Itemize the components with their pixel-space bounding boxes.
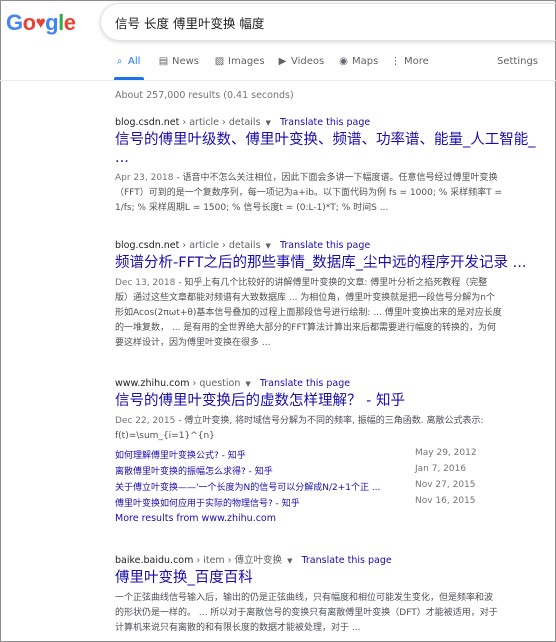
snippet-line: - 语音中不怎么关注相位，因此下面会多讲一下幅度谱。任意信号经过傅里叶变换 bbox=[173, 173, 498, 183]
logo-letter: g bbox=[45, 10, 59, 35]
result-date: Dec 13, 2018 bbox=[115, 278, 176, 288]
tab-label: Videos bbox=[291, 56, 325, 67]
snippet-line: - 知乎上有几个比较好的讲解傅里叶变换的文章: 傅里叶分析之掐死教程（完整 bbox=[175, 278, 488, 288]
sublink-row: 关于傅立叶变换——'一个长度为N的信号可以分解成N/2+1个正 ... Nov 2… bbox=[115, 480, 545, 496]
search-result: blog.csdn.net › article › details ▼ Tran… bbox=[115, 117, 545, 216]
result-cite: blog.csdn.net › article › details ▼ Tran… bbox=[115, 240, 545, 251]
result-domain: blog.csdn.net bbox=[115, 240, 180, 251]
search-tabs: ⌕ All ▤ News ▨ Images ▶ Videos ◉ Maps ⋮ More S… bbox=[0, 50, 556, 81]
snippet-line: （FFT）可到的是一个复数序列，每一项记为a+ib。以下面代码为例 fs = 1… bbox=[115, 188, 503, 198]
snippet-line: - 傅立叶变换, 将时域信号分解为不同的频率, 振幅的三角函数. 离散公式表示: bbox=[175, 416, 484, 426]
sublink-row: 离散傅里叶变换的振幅怎么求得? - 知乎 Jan 7, 2016 bbox=[115, 464, 545, 480]
sublink[interactable]: 如何理解傅里叶变换公式? - 知乎 bbox=[115, 448, 246, 461]
chevron-down-icon[interactable]: ▼ bbox=[266, 119, 271, 127]
active-tab-indicator bbox=[114, 77, 144, 80]
translate-link[interactable]: Translate this page bbox=[280, 240, 370, 251]
result-domain: blog.csdn.net bbox=[115, 117, 180, 128]
result-snippet: Apr 23, 2018 - 语音中不怎么关注相位，因此下面会多讲一下幅度谱。任… bbox=[115, 171, 545, 216]
result-domain: www.zhihu.com bbox=[115, 378, 190, 389]
map-pin-icon: ◉ bbox=[339, 56, 348, 67]
result-domain: baike.baidu.com bbox=[115, 555, 194, 566]
tab-images[interactable]: ▨ Images bbox=[214, 56, 265, 67]
result-path: › question bbox=[192, 378, 241, 389]
snippet-line: 计算机来说只有离散的和有限长度的数据才能被处理，对于 ... bbox=[115, 623, 361, 633]
result-path: › article › details bbox=[182, 240, 261, 251]
logo-letter: e bbox=[63, 10, 76, 35]
tab-news[interactable]: ▤ News bbox=[158, 56, 199, 67]
search-box[interactable]: 信号 长度 傅里叶变换 幅度 bbox=[100, 3, 556, 41]
result-title[interactable]: 信号的傅里叶变换后的虚数怎样理解？ - 知乎 bbox=[115, 392, 545, 410]
result-date: Apr 23, 2018 bbox=[115, 173, 174, 183]
google-logo[interactable]: Go♥gle bbox=[6, 10, 76, 36]
translate-link[interactable]: Translate this page bbox=[301, 555, 391, 566]
result-path: › item › 傅立叶变换 bbox=[196, 555, 283, 566]
snippet-line: 1/fs; % 采样周期L = 1500; % 信号长度t = (0:L-1)*… bbox=[115, 203, 389, 213]
result-path: › article › details bbox=[182, 117, 261, 128]
sublink-row: 傅里叶变换如何应用于实际的物理信号? - 知乎 Nov 16, 2015 bbox=[115, 496, 545, 512]
snippet-line: 版）通过这些文章都能对频谱有大致数据库 ... 为相位角，傅里叶变换就是把一段信… bbox=[115, 293, 496, 303]
tab-maps[interactable]: ◉ Maps bbox=[338, 56, 378, 67]
tab-all[interactable]: ⌕ All bbox=[114, 56, 141, 67]
sublink[interactable]: 离散傅里叶变换的振幅怎么求得? - 知乎 bbox=[115, 464, 273, 477]
result-snippet: 一个正弦曲线信号输入后，输出的仍是正弦曲线，只有幅度和相位可能发生变化，但是频率… bbox=[115, 591, 545, 636]
video-icon: ▶ bbox=[278, 56, 287, 67]
result-title[interactable]: 信号的傅里叶级数、傅里叶变换、频谱、功率谱、能量_人工智能_ ... bbox=[115, 131, 545, 167]
more-dots-icon: ⋮ bbox=[390, 56, 401, 67]
result-title[interactable]: 频谱分析-FFT之后的那些事情_数据库_尘中远的程序开发记录 ... bbox=[115, 254, 545, 272]
snippet-line: f(t)=\sum_{i=1}^{n} bbox=[115, 431, 215, 441]
snippet-line: 一个正弦曲线信号输入后，输出的仍是正弦曲线，只有幅度和相位可能发生变化，但是频率… bbox=[115, 593, 494, 603]
heart-icon: ♥ bbox=[35, 13, 46, 32]
news-icon: ▤ bbox=[158, 56, 169, 67]
result-cite: baike.baidu.com › item › 傅立叶变换 ▼ Transla… bbox=[115, 552, 545, 566]
result-stats: About 257,000 results (0.41 seconds) bbox=[115, 90, 294, 101]
image-icon: ▨ bbox=[214, 56, 225, 67]
snippet-line: 的一堆复数， ... 是有用的全世界绝大部分的FFT算法计算出来后都需要进行幅度… bbox=[115, 323, 496, 333]
more-results-link[interactable]: More results from www.zhihu.com bbox=[115, 513, 545, 524]
translate-link[interactable]: Translate this page bbox=[260, 378, 350, 389]
tab-more[interactable]: ⋮ More bbox=[390, 56, 429, 67]
settings-link[interactable]: Settings bbox=[497, 56, 538, 67]
translate-link[interactable]: Translate this page bbox=[280, 117, 370, 128]
sublink-date: Nov 27, 2015 bbox=[415, 480, 476, 490]
search-result: baike.baidu.com › item › 傅立叶变换 ▼ Transla… bbox=[115, 552, 545, 636]
chevron-down-icon[interactable]: ▼ bbox=[245, 380, 250, 388]
result-title-line[interactable]: ... bbox=[115, 149, 545, 167]
chevron-down-icon[interactable]: ▼ bbox=[287, 557, 292, 565]
result-cite: www.zhihu.com › question ▼ Translate thi… bbox=[115, 378, 545, 389]
sublink-row: 如何理解傅里叶变换公式? - 知乎 May 29, 2012 bbox=[115, 448, 545, 464]
chevron-down-icon[interactable]: ▼ bbox=[266, 242, 271, 250]
logo-letter: G bbox=[6, 10, 23, 35]
tab-label: News bbox=[172, 56, 200, 67]
tab-label: Maps bbox=[352, 56, 379, 67]
snippet-line: 要这样设计，因为傅里叶变换在很多 ... bbox=[115, 338, 271, 348]
tab-label: More bbox=[404, 56, 429, 67]
snippet-line: 的形状仍是一样的。 ... 所以对于离散信号的变换只有离散傅里叶变换（DFT）才… bbox=[115, 608, 498, 618]
snippet-line: 形如Acos(2πωt+θ)基本信号叠加的过程上面那段信号进行绘制: ... 傅… bbox=[115, 308, 502, 318]
result-snippet: Dec 13, 2018 - 知乎上有几个比较好的讲解傅里叶变换的文章: 傅里叶… bbox=[115, 276, 545, 351]
tab-videos[interactable]: ▶ Videos bbox=[277, 56, 325, 67]
search-icon: ⌕ bbox=[116, 56, 123, 67]
sublink[interactable]: 关于傅立叶变换——'一个长度为N的信号可以分解成N/2+1个正 ... bbox=[115, 480, 380, 493]
result-cite: blog.csdn.net › article › details ▼ Tran… bbox=[115, 117, 545, 128]
result-title[interactable]: 傅里叶变换_百度百科 bbox=[115, 569, 545, 587]
sublinks-list: 如何理解傅里叶变换公式? - 知乎 May 29, 2012 离散傅里叶变换的振幅… bbox=[115, 448, 545, 512]
search-input[interactable]: 信号 长度 傅里叶变换 幅度 bbox=[115, 13, 264, 32]
tab-label: Images bbox=[228, 56, 265, 67]
search-result: www.zhihu.com › question ▼ Translate thi… bbox=[115, 378, 545, 524]
sublink-date: Jan 7, 2016 bbox=[415, 464, 467, 474]
search-result: blog.csdn.net › article › details ▼ Tran… bbox=[115, 240, 545, 351]
logo-letter: o bbox=[22, 10, 36, 35]
result-snippet: Dec 22, 2015 - 傅立叶变换, 将时域信号分解为不同的频率, 振幅的… bbox=[115, 414, 545, 444]
result-title-line[interactable]: 信号的傅里叶级数、傅里叶变换、频谱、功率谱、能量_人工智能_ bbox=[115, 131, 545, 149]
sublink-date: May 29, 2012 bbox=[415, 448, 477, 458]
sublink[interactable]: 傅里叶变换如何应用于实际的物理信号? - 知乎 bbox=[115, 496, 300, 509]
result-date: Dec 22, 2015 bbox=[115, 416, 176, 426]
tab-label: All bbox=[128, 56, 141, 67]
sublink-date: Nov 16, 2015 bbox=[415, 496, 476, 506]
